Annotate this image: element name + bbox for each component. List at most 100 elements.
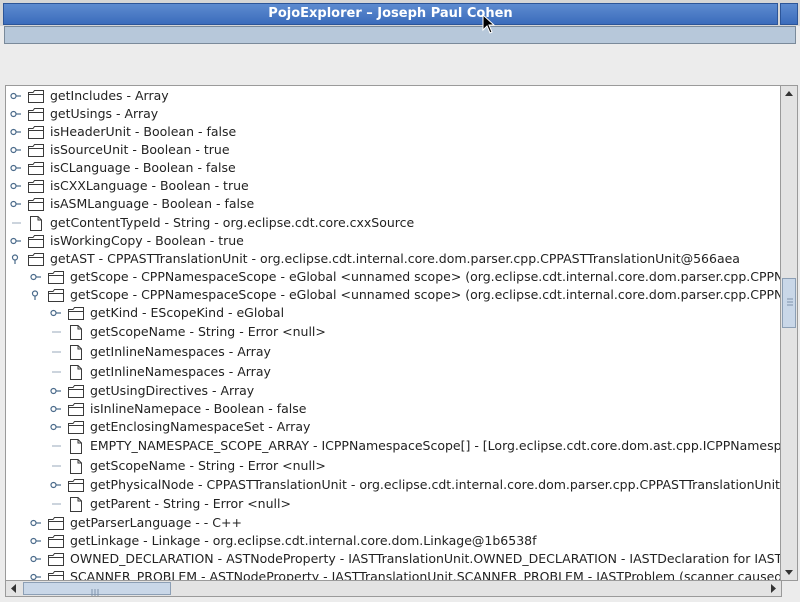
folder-icon (27, 106, 45, 122)
expanded-toggle-icon[interactable] (30, 290, 42, 300)
expanded-toggle-icon[interactable] (10, 254, 22, 264)
tree-row[interactable]: getScope - CPPNamespaceScope - eGlobal <… (30, 268, 780, 286)
folder-icon (67, 383, 85, 399)
tree-row-label: getEnclosingNamespaceSet - Array (90, 419, 311, 434)
collapsed-toggle-icon[interactable] (30, 518, 42, 528)
tree-row[interactable]: isHeaderUnit - Boolean - false (10, 123, 780, 141)
tree-row-label: isHeaderUnit - Boolean - false (50, 124, 237, 139)
toolbar (4, 26, 796, 44)
collapsed-toggle-icon[interactable] (30, 272, 42, 282)
tree-row[interactable]: isCLanguage - Boolean - false (10, 159, 780, 177)
tree-line-icon (50, 441, 62, 451)
collapsed-toggle-icon[interactable] (50, 308, 62, 318)
tree-row[interactable]: getPhysicalNode - CPPASTTranslationUnit … (50, 476, 781, 494)
folder-icon (67, 401, 85, 417)
folder-icon (27, 196, 45, 212)
collapsed-toggle-icon[interactable] (10, 127, 22, 137)
folder-icon (47, 551, 65, 567)
window-title: PojoExplorer – Joseph Paul Cohen (268, 6, 513, 21)
tree-row-label: isInlineNamepace - Boolean - false (90, 401, 307, 416)
horizontal-scrollbar[interactable] (5, 580, 782, 597)
tree-row[interactable]: getInlineNamespaces - Array (50, 343, 780, 361)
scroll-right-button[interactable] (765, 581, 781, 596)
tree-row[interactable]: getContentTypeId - String - org.eclipse.… (10, 214, 780, 232)
folder-icon (27, 251, 45, 267)
horizontal-scroll-thumb[interactable] (23, 582, 171, 596)
tree-row[interactable]: getScope - CPPNamespaceScope - eGlobal <… (30, 286, 780, 304)
tree-row[interactable]: isWorkingCopy - Boolean - true (10, 232, 780, 250)
scroll-left-button[interactable] (6, 581, 22, 596)
tree-row[interactable]: isInlineNamepace - Boolean - false (50, 400, 780, 418)
collapsed-toggle-icon[interactable] (30, 536, 42, 546)
tree-row[interactable]: isASMLanguage - Boolean - false (10, 195, 780, 213)
folder-icon (27, 160, 45, 176)
folder-icon (47, 515, 65, 531)
collapsed-toggle-icon[interactable] (50, 386, 62, 396)
scroll-down-button[interactable] (781, 564, 797, 580)
tree-row[interactable]: getKind - EScopeKind - eGlobal (50, 304, 780, 322)
vertical-scrollbar[interactable] (780, 85, 798, 581)
folder-icon (27, 124, 45, 140)
collapsed-toggle-icon[interactable] (10, 109, 22, 119)
collapsed-toggle-icon[interactable] (10, 163, 22, 173)
tree-row-label: getContentTypeId - String - org.eclipse.… (50, 215, 415, 230)
collapsed-toggle-icon[interactable] (30, 554, 42, 564)
file-icon (67, 496, 85, 512)
tree-line-icon (50, 327, 62, 337)
tree-row[interactable]: getParent - String - Error <null> (50, 495, 780, 513)
title-bar-drag-area[interactable]: PojoExplorer – Joseph Paul Cohen (3, 3, 778, 25)
tree-row[interactable]: OWNED_DECLARATION - ASTNodeProperty - IA… (30, 550, 781, 568)
arrow-left-icon (11, 584, 16, 593)
tree-row-label: isWorkingCopy - Boolean - true (50, 233, 244, 248)
collapsed-toggle-icon[interactable] (50, 422, 62, 432)
tree-row[interactable]: getUsingDirectives - Array (50, 382, 780, 400)
tree-row[interactable]: isSourceUnit - Boolean - true (10, 141, 780, 159)
folder-icon (27, 88, 45, 104)
object-tree[interactable]: getIncludes - Array getUsings - Array isHe… (5, 85, 781, 581)
file-icon (67, 324, 85, 340)
tree-row[interactable]: getScopeName - String - Error <null> (50, 323, 780, 341)
arrow-down-icon (785, 570, 793, 575)
mouse-cursor-icon (482, 13, 496, 34)
tree-row-label: getParserLanguage - - C++ (70, 515, 242, 530)
file-icon (67, 438, 85, 454)
tree-row-label: OWNED_DECLARATION - ASTNodeProperty - IA… (70, 551, 781, 566)
collapsed-toggle-icon[interactable] (10, 236, 22, 246)
tree-row-label: isCXXLanguage - Boolean - true (50, 178, 249, 193)
tree-row[interactable]: getEnclosingNamespaceSet - Array (50, 418, 780, 436)
tree-line-icon (10, 218, 22, 228)
tree-row-label: getKind - EScopeKind - eGlobal (90, 305, 285, 320)
tree-row[interactable]: getInlineNamespaces - Array (50, 363, 780, 381)
tree-row-label: getParent - String - Error <null> (90, 496, 291, 511)
tree-row[interactable]: getParserLanguage - - C++ (30, 514, 780, 532)
tree-row-label: getLinkage - Linkage - org.eclipse.cdt.i… (70, 533, 537, 548)
tree-row[interactable]: isCXXLanguage - Boolean - true (10, 177, 780, 195)
tree-row-label: getPhysicalNode - CPPASTTranslationUnit … (90, 477, 781, 492)
collapsed-toggle-icon[interactable] (10, 199, 22, 209)
tree-row[interactable]: getLinkage - Linkage - org.eclipse.cdt.i… (30, 532, 780, 550)
tree-row[interactable]: getIncludes - Array (10, 87, 780, 105)
tree-row[interactable]: getUsings - Array (10, 105, 780, 123)
tree-row-label: getUsingDirectives - Array (90, 383, 255, 398)
file-icon (27, 215, 45, 231)
tree-line-icon (50, 347, 62, 357)
collapsed-toggle-icon[interactable] (50, 404, 62, 414)
tree-row[interactable]: EMPTY_NAMESPACE_SCOPE_ARRAY - ICPPNamesp… (50, 437, 780, 455)
collapsed-toggle-icon[interactable] (50, 480, 62, 490)
window-menu-button[interactable] (780, 3, 798, 25)
tree-row[interactable]: getScopeName - String - Error <null> (50, 457, 780, 475)
collapsed-toggle-icon[interactable] (10, 145, 22, 155)
file-icon (67, 344, 85, 360)
title-bar[interactable]: PojoExplorer – Joseph Paul Cohen (0, 0, 800, 26)
folder-icon (47, 269, 65, 285)
scroll-up-button[interactable] (781, 86, 797, 102)
tree-row[interactable]: getAST - CPPASTTranslationUnit - org.ecl… (10, 250, 780, 268)
collapsed-toggle-icon[interactable] (10, 181, 22, 191)
vertical-scroll-thumb[interactable] (782, 278, 796, 328)
collapsed-toggle-icon[interactable] (10, 91, 22, 101)
folder-icon (47, 287, 65, 303)
folder-icon (67, 419, 85, 435)
folder-icon (67, 477, 85, 493)
tree-row-label: getScope - CPPNamespaceScope - eGlobal <… (70, 287, 780, 302)
file-icon (67, 364, 85, 380)
